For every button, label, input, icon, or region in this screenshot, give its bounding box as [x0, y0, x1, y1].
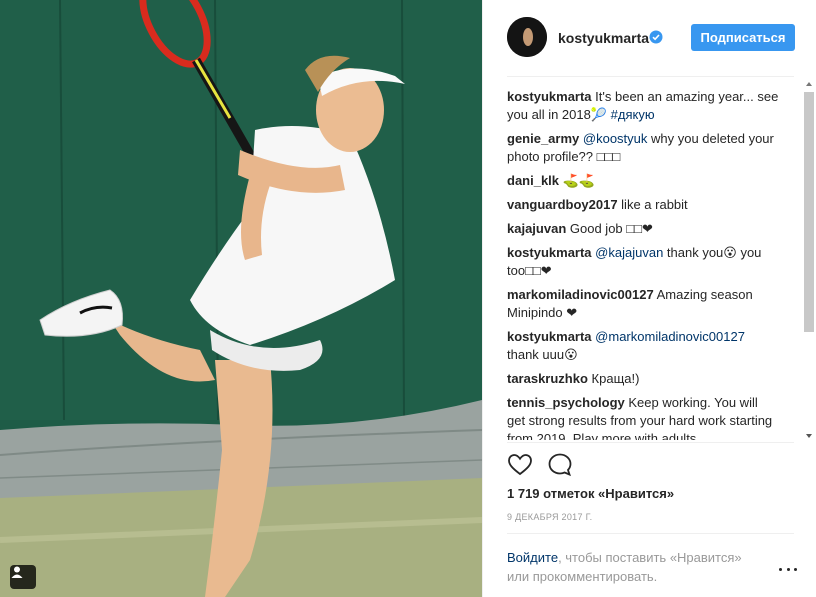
comment-text: Good job □□❤ — [569, 221, 653, 236]
scrollbar-thumb[interactable] — [804, 92, 814, 332]
comment-item: kostyukmarta @kajajuvan thank you😮 you t… — [507, 244, 779, 280]
comment-item: markomiladinovic00127 Amazing season Min… — [507, 286, 779, 322]
comment-text: Краща!) — [591, 371, 640, 386]
comment-mention-link[interactable]: @markomiladinovic00127 — [595, 329, 745, 344]
comment-text: thank uuu😮 — [507, 347, 578, 362]
comment-hashtag-link[interactable]: #дякую — [611, 107, 655, 122]
person-tag-icon[interactable] — [10, 565, 36, 589]
scroll-down-arrow-icon[interactable] — [806, 434, 812, 438]
comment-mention-link[interactable]: @kajajuvan — [595, 245, 663, 260]
comment-author[interactable]: kostyukmarta — [507, 329, 592, 344]
post-author-username[interactable]: kostyukmarta — [558, 30, 649, 46]
login-divider — [507, 533, 794, 534]
follow-button[interactable]: Подписаться — [691, 24, 795, 51]
header-divider — [507, 76, 794, 77]
post-sidebar: kostyukmarta Подписаться kostyukmarta It… — [482, 0, 816, 597]
heart-icon[interactable] — [507, 452, 533, 478]
comments-list[interactable]: kostyukmarta It's been an amazing year..… — [507, 88, 779, 440]
login-prompt: Войдите, чтобы поставить «Нравится» или … — [507, 548, 767, 586]
post-photo[interactable] — [0, 0, 482, 597]
post-date[interactable]: 9 ДЕКАБРЯ 2017 Г. — [507, 512, 592, 522]
comment-item: taraskruzhko Краща!) — [507, 370, 779, 388]
tennis-player-image — [0, 0, 482, 597]
comment-item: kostyukmarta @markomiladinovic00127 than… — [507, 328, 779, 364]
comment-author[interactable]: kajajuvan — [507, 221, 566, 236]
comment-author[interactable]: taraskruzhko — [507, 371, 588, 386]
comment-item: vanguardboy2017 like a rabbit — [507, 196, 779, 214]
comment-author[interactable]: markomiladinovic00127 — [507, 287, 654, 302]
verified-badge-icon — [649, 30, 663, 44]
comment-item: kostyukmarta It's been an amazing year..… — [507, 88, 779, 124]
comment-text: like a rabbit — [621, 197, 688, 212]
comment-author[interactable]: dani_klk — [507, 173, 559, 188]
post-header: kostyukmarta Подписаться — [483, 0, 816, 76]
scroll-up-arrow-icon[interactable] — [806, 82, 812, 86]
avatar[interactable] — [507, 17, 547, 57]
login-link[interactable]: Войдите — [507, 550, 558, 565]
comments-scrollbar[interactable] — [802, 78, 816, 440]
comment-author[interactable]: vanguardboy2017 — [507, 197, 618, 212]
actions-divider — [507, 442, 794, 443]
comment-item: tennis_psychology Keep working. You will… — [507, 394, 779, 440]
speech-bubble-icon[interactable] — [547, 452, 573, 478]
comment-mention-link[interactable]: @koostyuk — [583, 131, 648, 146]
comment-author[interactable]: genie_army — [507, 131, 579, 146]
comment-author[interactable]: kostyukmarta — [507, 245, 592, 260]
comment-item: dani_klk ⛳⛳ — [507, 172, 779, 190]
comment-item: kajajuvan Good job □□❤ — [507, 220, 779, 238]
comment-item: genie_army @koostyuk why you deleted you… — [507, 130, 779, 166]
comment-text: ⛳⛳ — [562, 173, 596, 188]
more-options-icon[interactable] — [779, 564, 797, 574]
comment-author[interactable]: tennis_psychology — [507, 395, 625, 410]
comment-author[interactable]: kostyukmarta — [507, 89, 592, 104]
likes-count[interactable]: 1 719 отметок «Нравится» — [507, 486, 674, 501]
